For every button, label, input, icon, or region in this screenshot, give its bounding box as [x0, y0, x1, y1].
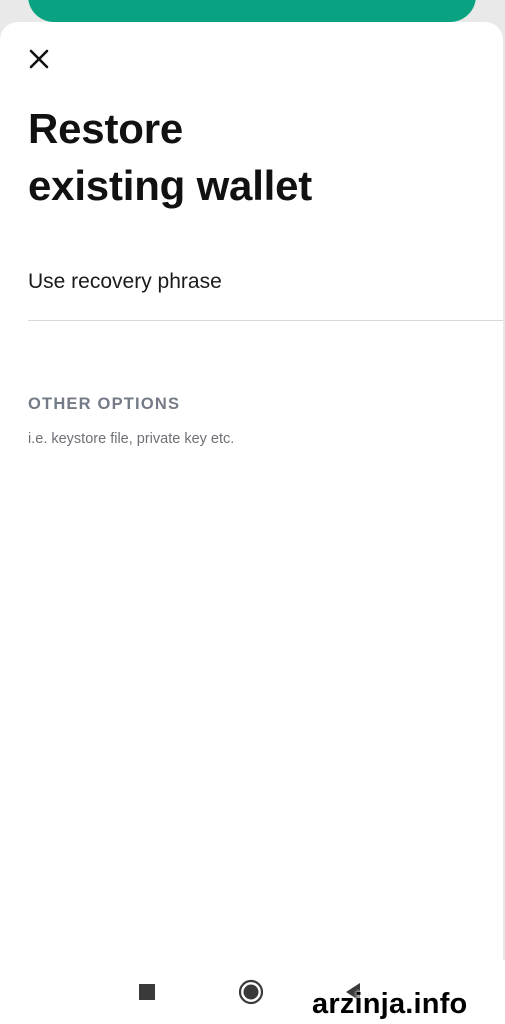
use-recovery-phrase-label: Use recovery phrase	[28, 270, 222, 293]
close-icon	[29, 49, 49, 69]
page-title: Restore existing wallet	[28, 100, 312, 214]
home-button[interactable]	[237, 978, 265, 1006]
background-primary-button	[28, 0, 476, 22]
use-recovery-phrase-option[interactable]: Use recovery phrase	[28, 262, 503, 321]
other-options-subtitle: i.e. keystore file, private key etc.	[28, 431, 235, 447]
close-button[interactable]	[24, 44, 54, 74]
other-options-heading[interactable]: OTHER OPTIONS	[28, 395, 180, 414]
app-screen: Restore existing wallet Use recovery phr…	[0, 0, 505, 1024]
restore-wallet-sheet: Restore existing wallet Use recovery phr…	[0, 22, 503, 960]
recents-button[interactable]	[133, 978, 161, 1006]
circle-icon	[238, 979, 264, 1005]
square-icon	[139, 984, 155, 1000]
page-title-line-1: Restore	[28, 105, 183, 152]
page-title-line-2: existing wallet	[28, 162, 313, 209]
watermark-text: arzinja.info	[312, 988, 468, 1020]
